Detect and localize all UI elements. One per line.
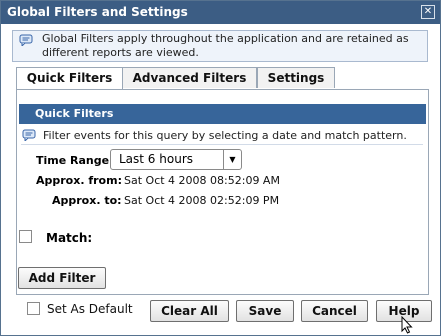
time-range-select[interactable]: Last 6 hours ▼	[110, 149, 242, 170]
tab-settings[interactable]: Settings	[257, 67, 335, 88]
time-range-value: Last 6 hours	[119, 152, 193, 166]
info-box: Global Filters apply throughout the appl…	[12, 30, 428, 62]
dialog-title: Global Filters and Settings	[7, 5, 188, 19]
add-filter-button[interactable]: Add Filter	[18, 267, 106, 289]
info-bubble-icon	[19, 34, 33, 46]
tab-quick-filters[interactable]: Quick Filters	[16, 67, 123, 90]
approx-from-value: Sat Oct 4 2008 08:52:09 AM	[124, 174, 280, 187]
time-range-label: Time Range:	[36, 154, 114, 167]
title-bar[interactable]: Global Filters and Settings ✕	[1, 1, 440, 24]
quick-filters-panel: Quick Filters Filter events for this que…	[16, 89, 429, 295]
panel-hint: Filter events for this query by selectin…	[21, 128, 423, 145]
dropdown-arrow-icon[interactable]: ▼	[223, 150, 241, 169]
info-text: Global Filters apply throughout the appl…	[42, 32, 409, 59]
approx-from-label: Approx. from:	[36, 174, 122, 187]
set-default-checkbox[interactable]	[27, 302, 40, 315]
cancel-button[interactable]: Cancel	[301, 300, 368, 322]
info-bubble-icon	[22, 129, 36, 141]
save-button[interactable]: Save	[236, 300, 294, 322]
set-default-label: Set As Default	[47, 302, 133, 316]
panel-header-label: Quick Filters	[35, 107, 114, 120]
match-checkbox[interactable]	[19, 230, 32, 243]
approx-to-value: Sat Oct 4 2008 02:52:09 PM	[124, 194, 280, 207]
panel-header: Quick Filters	[19, 104, 426, 124]
clear-all-button[interactable]: Clear All	[150, 300, 229, 322]
close-icon[interactable]: ✕	[421, 5, 435, 19]
panel-hint-text: Filter events for this query by selectin…	[43, 129, 407, 142]
approx-to-label: Approx. to:	[52, 194, 122, 207]
tab-advanced-filters[interactable]: Advanced Filters	[122, 67, 257, 88]
match-label: Match:	[46, 231, 93, 245]
mouse-cursor-icon	[401, 316, 413, 334]
global-filters-dialog: Global Filters and Settings ✕ Global Fil…	[0, 0, 441, 336]
